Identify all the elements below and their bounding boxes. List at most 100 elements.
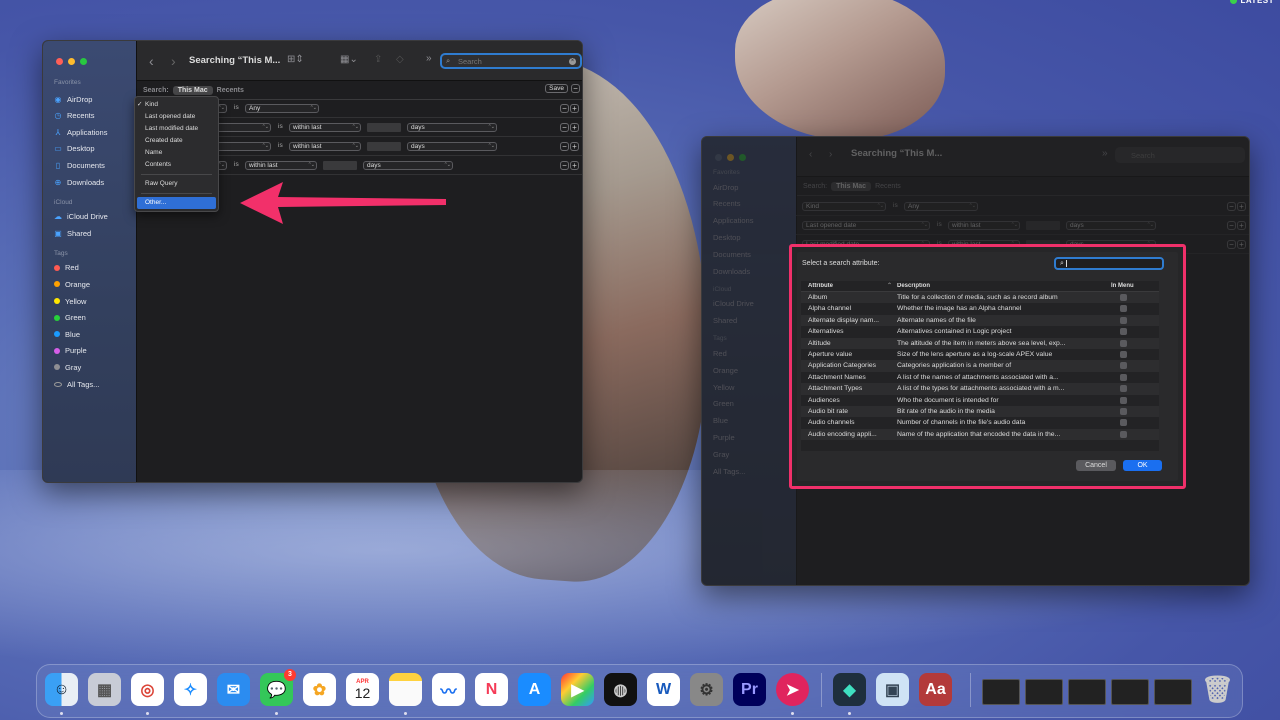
- forward-icon[interactable]: ›: [171, 53, 176, 69]
- remove-scope-button[interactable]: −: [571, 84, 580, 93]
- sidebar-item-downloads[interactable]: ⊕ Downloads: [54, 176, 104, 188]
- add-row-button[interactable]: +: [1237, 240, 1246, 249]
- dock-app-news[interactable]: N: [475, 673, 508, 706]
- in-menu-checkbox[interactable]: [1120, 328, 1127, 336]
- menu-item-name[interactable]: Name: [135, 147, 218, 159]
- in-menu-checkbox[interactable]: [1120, 316, 1127, 324]
- minimize-button[interactable]: [68, 58, 75, 65]
- dock-app-messages[interactable]: 💬 3: [260, 669, 296, 706]
- sidebar-tag-red[interactable]: Red: [54, 262, 79, 274]
- table-row[interactable]: Alternatives Alternatives contained in Lo…: [801, 326, 1159, 337]
- dock-app-final-cut-pro[interactable]: ▶: [561, 673, 594, 706]
- more-icon[interactable]: »: [1102, 148, 1108, 159]
- sidebar-item[interactable]: All Tags...: [713, 465, 745, 477]
- sidebar-tag-purple[interactable]: Purple: [54, 345, 87, 357]
- dock-app-logic-pro[interactable]: ◍: [604, 673, 637, 706]
- sidebar-item-airdrop[interactable]: ◉ AirDrop: [54, 93, 93, 105]
- table-row[interactable]: Attachment Names A list of the names of a…: [801, 372, 1159, 383]
- value-select[interactable]: within last: [289, 142, 361, 151]
- table-row[interactable]: Audio bit rate Bit rate of the audio in t…: [801, 405, 1159, 418]
- dock-app-dictionary[interactable]: Aa: [919, 673, 952, 706]
- search-input[interactable]: ⌕ Search ×: [440, 53, 582, 69]
- dock-app-calendar[interactable]: APR 12: [346, 673, 379, 706]
- dock-app-app-store[interactable]: A: [518, 673, 551, 706]
- menu-item-raw-query[interactable]: Raw Query: [135, 178, 218, 190]
- close-button[interactable]: [715, 154, 722, 161]
- sidebar-item-documents[interactable]: ▯ Documents: [54, 159, 105, 171]
- menu-item-kind[interactable]: Kind: [135, 99, 218, 111]
- scope-this-mac[interactable]: This Mac: [172, 85, 213, 95]
- table-row[interactable]: Attachment Types A list of the types for …: [801, 383, 1159, 395]
- zoom-button[interactable]: [739, 154, 746, 161]
- in-menu-checkbox[interactable]: [1120, 294, 1127, 301]
- sidebar-item[interactable]: Desktop: [713, 231, 741, 243]
- sidebar-tag-yellow[interactable]: Yellow: [54, 295, 86, 307]
- in-menu-checkbox[interactable]: [1120, 350, 1127, 358]
- attribute-select[interactable]: Last opened date: [802, 221, 930, 230]
- finder-window[interactable]: Favorites ◉ AirDrop ◷ Recents ⅄ Applications ▭ D…: [42, 40, 583, 483]
- in-menu-checkbox[interactable]: [1120, 373, 1127, 381]
- add-row-button[interactable]: +: [1237, 202, 1246, 211]
- remove-row-button[interactable]: −: [1227, 221, 1236, 230]
- forward-icon[interactable]: ›: [829, 149, 832, 160]
- remove-row-button[interactable]: −: [1227, 240, 1236, 249]
- in-menu-checkbox[interactable]: [1120, 339, 1127, 347]
- dock-app-freeform[interactable]: 〰: [432, 673, 465, 706]
- column-header-in-menu[interactable]: In Menu: [1111, 283, 1134, 289]
- table-row[interactable]: Alternate display nam... Alternate names …: [801, 314, 1159, 327]
- search-input[interactable]: Search: [1115, 147, 1245, 163]
- value-select[interactable]: within last: [245, 161, 317, 170]
- minimized-window-notes-window[interactable]: [1111, 679, 1149, 705]
- unit-select[interactable]: days: [363, 161, 453, 170]
- sidebar-item[interactable]: Green: [713, 398, 734, 410]
- menu-item-last-modified-date[interactable]: Last modified date: [135, 123, 218, 135]
- remove-row-button[interactable]: −: [560, 161, 569, 170]
- back-icon[interactable]: ‹: [809, 149, 812, 160]
- menu-item-created-date[interactable]: Created date: [135, 135, 218, 147]
- sidebar-item[interactable]: Downloads: [713, 265, 750, 277]
- dock-app-notes[interactable]: [389, 673, 422, 706]
- sidebar-item[interactable]: iCloud Drive: [713, 298, 754, 310]
- value-select[interactable]: Any: [245, 104, 319, 113]
- minimize-button[interactable]: [727, 154, 734, 161]
- sidebar-item[interactable]: Recents: [713, 198, 741, 210]
- sidebar-item-recents[interactable]: ◷ Recents: [54, 110, 95, 122]
- sidebar-tag-orange[interactable]: Orange: [54, 278, 90, 290]
- sidebar-item[interactable]: Applications: [713, 215, 753, 227]
- sidebar-item[interactable]: Orange: [713, 364, 738, 376]
- dock-app-skitch[interactable]: ➤: [776, 673, 809, 706]
- scope-recents[interactable]: Recents: [217, 87, 244, 94]
- minimized-window-finder-window[interactable]: [1025, 679, 1063, 705]
- add-row-button[interactable]: +: [570, 142, 579, 151]
- sidebar-item[interactable]: AirDrop: [713, 181, 738, 193]
- table-row[interactable]: Altitude The altitude of the item in mete…: [801, 337, 1159, 349]
- sidebar-item-desktop[interactable]: ▭ Desktop: [54, 143, 94, 155]
- minimized-window-filmora-window[interactable]: [982, 679, 1020, 705]
- scope-this-mac[interactable]: This Mac: [831, 181, 872, 191]
- attribute-select[interactable]: Kind: [802, 202, 886, 211]
- column-header-description[interactable]: Description: [897, 283, 1122, 289]
- table-row[interactable]: Audiences Who the document is intended fo…: [801, 395, 1159, 406]
- sidebar-tag-blue[interactable]: Blue: [54, 328, 80, 340]
- view-grid-icon[interactable]: ⊞⇕: [287, 54, 304, 65]
- dock-trash[interactable]: 🗑: [1201, 673, 1234, 706]
- table-row[interactable]: Aperture value Size of the lens aperture …: [801, 349, 1159, 360]
- attribute-search-input[interactable]: ⌕: [1054, 257, 1164, 270]
- dock-app-finder[interactable]: ☺: [45, 673, 78, 706]
- sidebar-item-icloud-drive[interactable]: ☁ iCloud Drive: [54, 211, 108, 223]
- ok-button[interactable]: OK: [1123, 460, 1162, 471]
- dock-app-mail[interactable]: ✉: [217, 673, 250, 706]
- table-row[interactable]: Album Title for a collection of media, su…: [801, 292, 1159, 304]
- save-search-button[interactable]: Save: [545, 84, 568, 93]
- dock-app-adobe-premiere-pro[interactable]: Pr: [733, 673, 766, 706]
- dock-app-launchpad[interactable]: ▦: [88, 673, 121, 706]
- dock-app-filmora[interactable]: ◆: [833, 673, 866, 706]
- add-row-button[interactable]: +: [570, 123, 579, 132]
- sidebar-item[interactable]: Purple: [713, 431, 735, 443]
- table-row[interactable]: Alpha channel Whether the image has an Al…: [801, 303, 1159, 314]
- value-select[interactable]: within last: [289, 123, 361, 132]
- sidebar-item[interactable]: Shared: [713, 315, 737, 327]
- dock-app-microsoft-word[interactable]: W: [647, 673, 680, 706]
- remove-row-button[interactable]: −: [1227, 202, 1236, 211]
- dock-app-system-settings[interactable]: ⚙: [690, 673, 723, 706]
